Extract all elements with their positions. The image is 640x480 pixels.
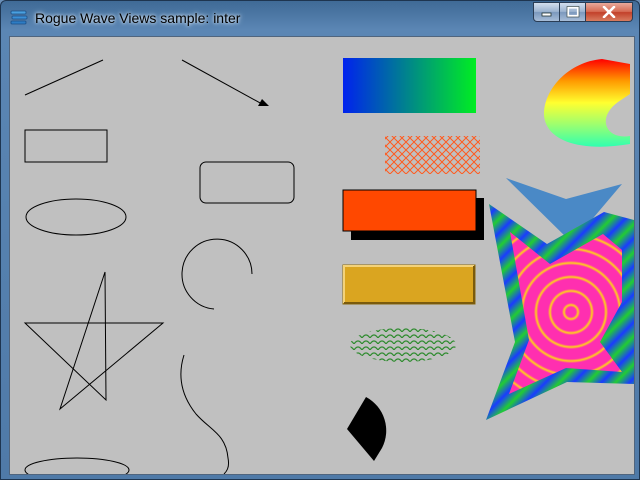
stacked-layers-icon[interactable]: [10, 10, 28, 26]
drawing-canvas[interactable]: [10, 37, 634, 474]
caption-buttons: [533, 2, 633, 23]
canvas-view[interactable]: [9, 36, 635, 475]
shadow-rectangle[interactable]: [342, 189, 484, 240]
minimize-button[interactable]: [533, 2, 560, 22]
relief-rectangle[interactable]: [342, 264, 476, 305]
close-button[interactable]: [586, 2, 633, 22]
minimize-icon: [541, 12, 551, 17]
hatched-ellipse[interactable]: [350, 328, 456, 362]
title-bar[interactable]: Rogue Wave Views sample: inter: [1, 1, 639, 35]
window-title: Rogue Wave Views sample: inter: [35, 10, 241, 26]
hatched-rectangle[interactable]: [385, 136, 480, 174]
app-window: Rogue Wave Views sample: inter: [0, 0, 640, 480]
maximize-icon: [566, 6, 579, 18]
close-icon: [602, 6, 616, 18]
maximize-button[interactable]: [560, 2, 586, 22]
gradient-rectangle[interactable]: [343, 58, 476, 113]
